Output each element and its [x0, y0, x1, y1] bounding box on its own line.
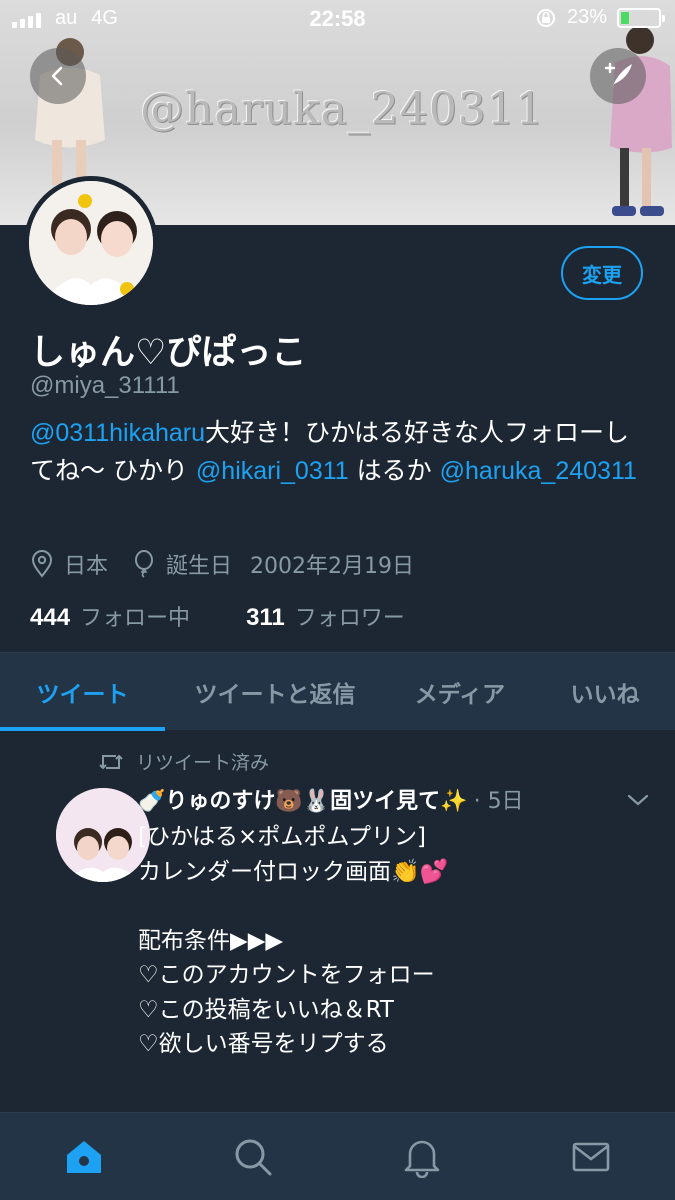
chevron-down-icon[interactable]: [626, 792, 650, 808]
tab-likes[interactable]: いいね: [535, 653, 675, 731]
back-icon: [51, 66, 63, 86]
birthday-label: 誕生日: [166, 554, 233, 579]
tweet-author-name[interactable]: 🍼りゅのすけ🐻🐰固ツイ見て✨: [138, 783, 468, 815]
bio-mention-link[interactable]: @haruka_240311: [440, 457, 637, 485]
bottom-navigation: [0, 1112, 675, 1200]
avatar-photo: [29, 181, 153, 305]
birthday-date: 2002年2月19日: [250, 554, 415, 579]
followers-label: フォロワー: [294, 606, 405, 631]
banner-watermark: @haruka_240311: [140, 84, 545, 135]
bio-mention-link[interactable]: @0311hikaharu: [30, 419, 205, 447]
nav-notifications[interactable]: [392, 1127, 452, 1187]
battery-icon: [617, 7, 665, 28]
location-pin-icon: [31, 550, 53, 578]
followers-count: 311: [246, 604, 285, 631]
retweet-indicator: リツイート済み: [98, 748, 269, 775]
retweet-icon: [99, 754, 123, 769]
nav-messages[interactable]: [561, 1127, 621, 1187]
balloon-icon: [135, 550, 154, 578]
bell-icon: [404, 1140, 440, 1178]
mail-icon: [572, 1142, 609, 1171]
banner-person-right: [610, 26, 672, 216]
profile-tabs: ツイート ツイートと返信 メディア いいね: [0, 652, 675, 731]
followers-stat[interactable]: 311 フォロワー: [246, 600, 405, 632]
nav-search[interactable]: [223, 1127, 283, 1187]
following-count: 444: [30, 604, 71, 631]
battery-fill: [621, 11, 630, 24]
tab-tweets[interactable]: ツイート: [0, 653, 165, 731]
tweet-avatar-photo: [56, 788, 150, 882]
profile-handle: @miya_31111: [30, 372, 180, 399]
tab-tweets-and-replies[interactable]: ツイートと返信: [165, 653, 385, 731]
nav-home[interactable]: [54, 1127, 114, 1187]
retweet-label: リツイート済み: [136, 752, 270, 774]
edit-profile-button[interactable]: 変更: [561, 246, 643, 300]
profile-name: しゅん♡ぴぱっこ: [30, 333, 307, 373]
tweet-author-avatar[interactable]: [56, 788, 150, 882]
tab-media[interactable]: メディア: [385, 653, 535, 731]
profile-bio: @0311hikaharu大好き！ひかはる好きな人フォローしてね〜 ひかり @h…: [30, 414, 650, 490]
tweet-text: [ひかはる×ポムポムプリン] カレンダー付ロック画面👏💕 配布条件▶▶▶ ♡この…: [138, 824, 449, 1057]
compose-icon: [604, 62, 632, 88]
status-bar: au 4G 22:58 23%: [0, 0, 675, 40]
rotation-lock-icon: [536, 8, 555, 27]
battery-percent: 23%: [566, 6, 607, 28]
profile-stats: 444 フォロー中 311 フォロワー: [30, 600, 405, 632]
location-text: 日本: [64, 554, 109, 579]
tweet-time: · 5日: [473, 789, 524, 814]
profile-avatar[interactable]: [24, 176, 158, 310]
back-button[interactable]: [30, 48, 86, 104]
following-stat[interactable]: 444 フォロー中: [30, 600, 190, 632]
bio-text: はるか: [348, 456, 440, 485]
profile-meta: 日本 誕生日 2002年2月19日: [30, 548, 438, 580]
compose-button[interactable]: [590, 48, 646, 104]
home-icon: [67, 1140, 102, 1173]
bio-mention-link[interactable]: @hikari_0311: [196, 457, 349, 485]
search-icon: [235, 1139, 272, 1175]
tweet-header: 🍼りゅのすけ🐻🐰固ツイ見て✨ · 5日: [138, 783, 524, 815]
following-label: フォロー中: [80, 606, 191, 631]
